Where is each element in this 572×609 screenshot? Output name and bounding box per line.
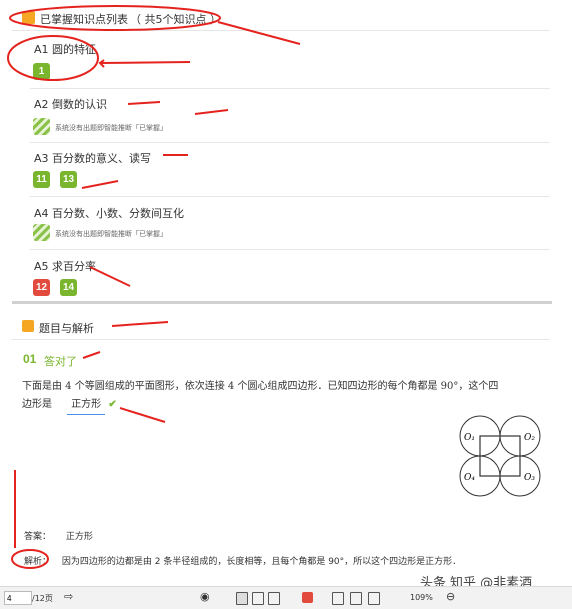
eye-icon[interactable]: ◉ [200, 590, 210, 603]
zoom-out-icon[interactable]: ⊖ [446, 590, 455, 603]
fit-width-icon[interactable] [332, 592, 344, 605]
pdf-toolbar: /12页 ⇨ ◉ 109% ⊖ [0, 586, 572, 609]
continuous-icon[interactable] [268, 592, 280, 605]
annotation-overlay [7, 5, 301, 569]
single-page-icon[interactable] [236, 592, 248, 605]
zoom-level[interactable]: 109% [410, 593, 433, 602]
double-page-icon[interactable] [252, 592, 264, 605]
page-input[interactable] [4, 591, 32, 605]
fit-page-icon[interactable] [350, 592, 362, 605]
page-total: /12页 [32, 594, 53, 603]
actual-size-icon[interactable] [368, 592, 380, 605]
next-page-icon[interactable]: ⇨ [64, 590, 73, 603]
play-icon[interactable] [302, 592, 313, 603]
